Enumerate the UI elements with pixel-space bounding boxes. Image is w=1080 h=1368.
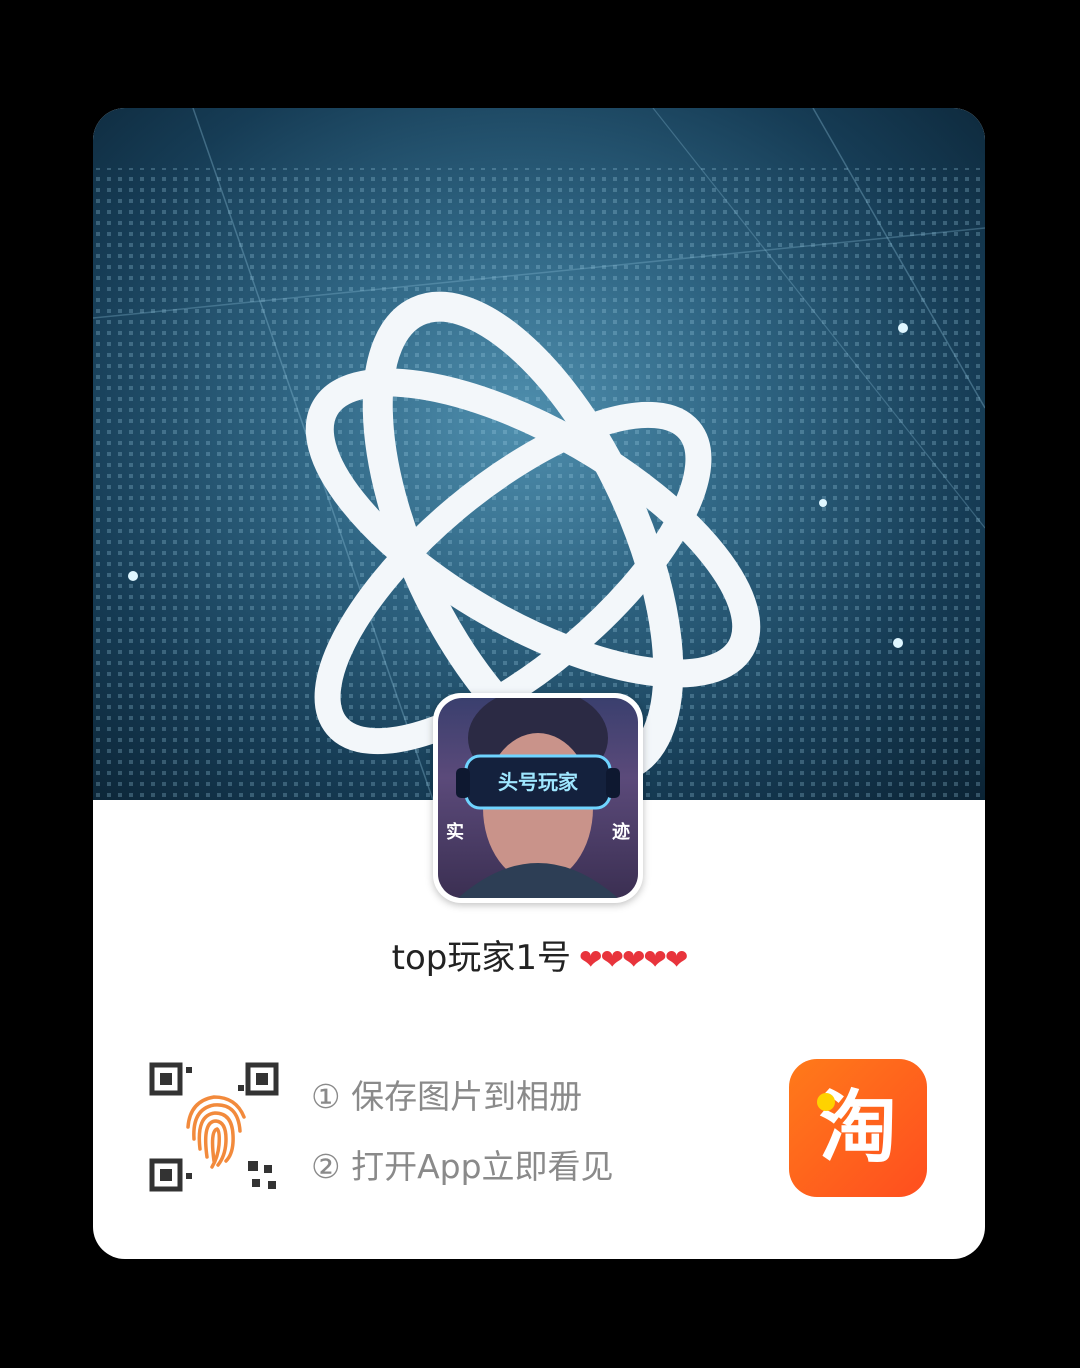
username-line: top玩家1号 ❤❤❤❤❤ bbox=[93, 936, 985, 982]
fingerprint-icon bbox=[186, 1095, 246, 1169]
qr-fingerprint-icon bbox=[148, 1061, 284, 1197]
taobao-icon[interactable]: 淘 bbox=[789, 1059, 927, 1197]
hearts-badge: ❤❤❤❤❤ bbox=[579, 943, 688, 976]
instruction-step-2: ② 打开App立即看见 bbox=[311, 1147, 614, 1186]
avatar-image: 头号玩家 实 迹 bbox=[438, 698, 638, 898]
taobao-char: 淘 bbox=[818, 1083, 897, 1173]
taobao-dot bbox=[817, 1093, 835, 1111]
avatar-illustration bbox=[456, 698, 620, 898]
avatar-screen-title: 头号玩家 bbox=[498, 770, 578, 794]
avatar[interactable]: 头号玩家 实 迹 bbox=[433, 693, 643, 903]
share-card: 头号玩家 实 迹 top玩家1号 ❤❤❤❤❤ ① 保存图片到相册 ② 打开App… bbox=[93, 108, 985, 1259]
instruction-step-1: ① 保存图片到相册 bbox=[311, 1077, 583, 1116]
avatar-right-tag: 迹 bbox=[612, 822, 630, 843]
username: top玩家1号 bbox=[391, 938, 572, 978]
avatar-left-tag: 实 bbox=[446, 822, 464, 843]
